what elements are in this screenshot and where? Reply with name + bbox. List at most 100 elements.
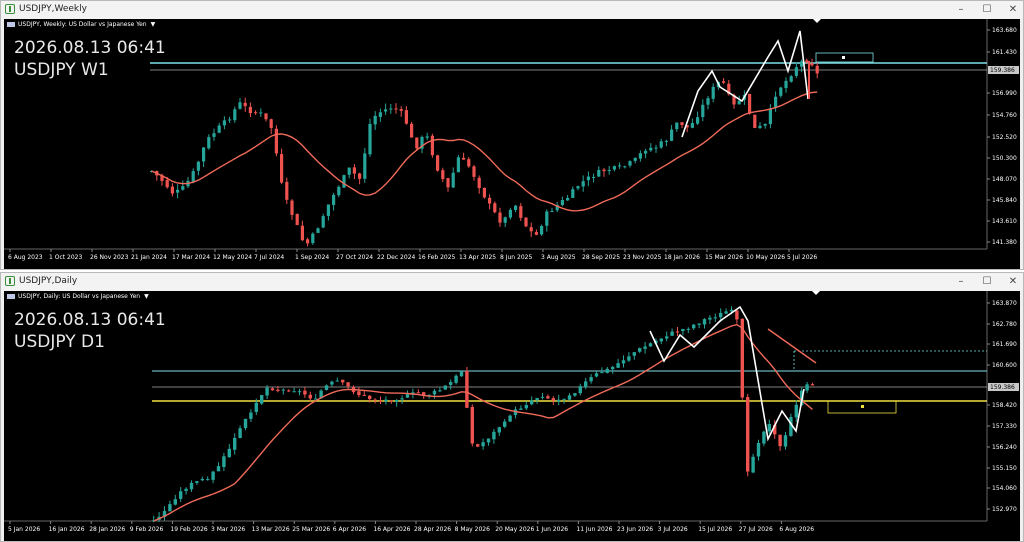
bull-candle: [432, 390, 437, 395]
bear-candle: [368, 395, 372, 399]
weekly-price-chart[interactable]: 163.680 161.430 156.990 154.760 152.520 150.3…: [4, 19, 1020, 269]
date-tick-label: 5 Jan 2026: [8, 526, 40, 533]
bull-candle: [665, 336, 669, 339]
bear-candle: [815, 65, 819, 74]
bear-candle: [248, 106, 252, 114]
bear-candle: [243, 102, 247, 107]
bear-candle: [254, 112, 258, 114]
bull-candle: [571, 189, 575, 198]
bull-candle: [654, 147, 658, 149]
bear-candle: [357, 391, 361, 396]
bear-candle: [341, 379, 345, 383]
price-tick-label: 141.380: [992, 239, 1017, 246]
daily-chart-window[interactable]: USDJPY,Daily – ☐ ✕ 163.870 162.780 161.690…: [0, 272, 1024, 542]
maximize-button[interactable]: ☐: [975, 274, 999, 290]
bull-candle: [405, 394, 410, 398]
bull-candle: [633, 157, 637, 161]
bull-candle: [443, 385, 447, 390]
daily-price-chart[interactable]: 163.870 162.780 161.690 160.600 158.420 157.3…: [4, 291, 1020, 541]
bull-candle: [238, 102, 242, 109]
bear-candle: [805, 60, 809, 63]
bull-candle: [330, 381, 334, 385]
bull-candle: [233, 109, 237, 121]
bull-candle: [259, 112, 263, 114]
bear-candle: [378, 400, 383, 402]
bear-candle: [446, 178, 450, 188]
minimize-button[interactable]: –: [949, 274, 973, 290]
bull-candle: [222, 456, 226, 467]
bear-candle: [482, 187, 486, 198]
bull-candle: [566, 197, 570, 201]
weekly-title-bar[interactable]: USDJPY,Weekly – ☐ ✕: [1, 1, 1023, 19]
bull-candle: [316, 228, 320, 233]
price-tick-label: 155.150: [992, 465, 1017, 472]
daily-info-text: USDJPY, Daily: US Dollar vs Japanese Yen: [18, 293, 141, 300]
date-tick-label: 23 Jun 2026: [617, 526, 653, 533]
dropdown-triangle-icon[interactable]: ▼: [144, 293, 149, 300]
bull-candle: [607, 170, 611, 172]
bear-candle: [551, 398, 555, 401]
scroll-marker-icon: [813, 19, 821, 23]
bull-candle: [326, 204, 330, 216]
bull-candle: [492, 431, 496, 440]
daily-symbol-info: USDJPY, Daily: US Dollar vs Japanese Yen…: [7, 293, 149, 300]
bear-candle: [810, 63, 814, 66]
date-tick-label: 27 Jul 2026: [739, 526, 773, 533]
bull-candle: [616, 363, 620, 368]
bull-candle: [627, 356, 631, 361]
bull-candle: [643, 346, 647, 349]
bear-candle: [529, 227, 533, 232]
bull-candle: [784, 80, 788, 89]
bull-candle: [254, 402, 258, 413]
bull-candle: [389, 108, 393, 110]
bear-candle: [287, 390, 291, 392]
bear-candle: [534, 232, 538, 235]
price-tick-label: 148.070: [992, 176, 1017, 183]
dropdown-triangle-icon[interactable]: ▼: [151, 21, 156, 28]
range-center-marker: [842, 56, 845, 59]
bull-candle: [456, 157, 460, 173]
chart-icon: [5, 4, 15, 14]
bull-candle: [530, 400, 534, 405]
bear-candle: [746, 397, 750, 472]
weekly-symbol-info: USDJPY, Weekly: US Dollar vs Japanese Ye…: [7, 21, 155, 28]
scroll-marker-icon: [812, 291, 820, 295]
date-tick-label: 19 Feb 2026: [170, 526, 208, 533]
bear-candle: [170, 186, 174, 194]
bull-candle: [519, 408, 523, 410]
bear-candle: [373, 399, 377, 401]
bull-candle: [342, 175, 346, 188]
bear-candle: [346, 382, 350, 387]
weekly-chart-window[interactable]: USDJPY,Weekly – ☐ ✕ 163.680 161.430 156.99…: [0, 0, 1024, 270]
bull-candle: [535, 398, 539, 401]
bear-candle: [270, 388, 275, 391]
bear-candle: [602, 169, 606, 172]
maximize-button[interactable]: ☐: [975, 2, 999, 18]
bull-candle: [545, 211, 549, 226]
bull-candle: [794, 404, 798, 418]
close-button[interactable]: ✕: [1001, 2, 1024, 18]
daily-title-bar[interactable]: USDJPY,Daily – ☐ ✕: [1, 273, 1023, 291]
zigzag-line: [681, 30, 809, 138]
bull-candle: [573, 393, 577, 396]
date-tick-label: 17 Mar 2024: [172, 254, 210, 261]
bull-candle: [567, 395, 572, 400]
bull-candle: [195, 481, 199, 483]
bull-candle: [227, 448, 231, 458]
date-tick-label: 23 Nov 2025: [623, 254, 662, 261]
date-tick-label: 6 Aug 2026: [779, 526, 814, 533]
weekly-info-text: USDJPY, Weekly: US Dollar vs Japanese Ye…: [18, 21, 147, 28]
bear-candle: [276, 389, 280, 391]
bull-candle: [384, 109, 388, 112]
yellow-range-center-marker: [861, 405, 864, 408]
daily-window-title: USDJPY,Daily: [19, 276, 78, 286]
close-button[interactable]: ✕: [1001, 274, 1024, 290]
bear-candle: [476, 444, 480, 447]
bull-candle: [638, 153, 642, 159]
bull-candle: [168, 504, 172, 512]
minimize-button[interactable]: –: [949, 2, 973, 18]
bull-candle: [181, 186, 185, 190]
bull-candle: [632, 352, 636, 356]
zigzag-line: [649, 305, 805, 442]
date-tick-label: 12 May 2024: [213, 254, 252, 261]
